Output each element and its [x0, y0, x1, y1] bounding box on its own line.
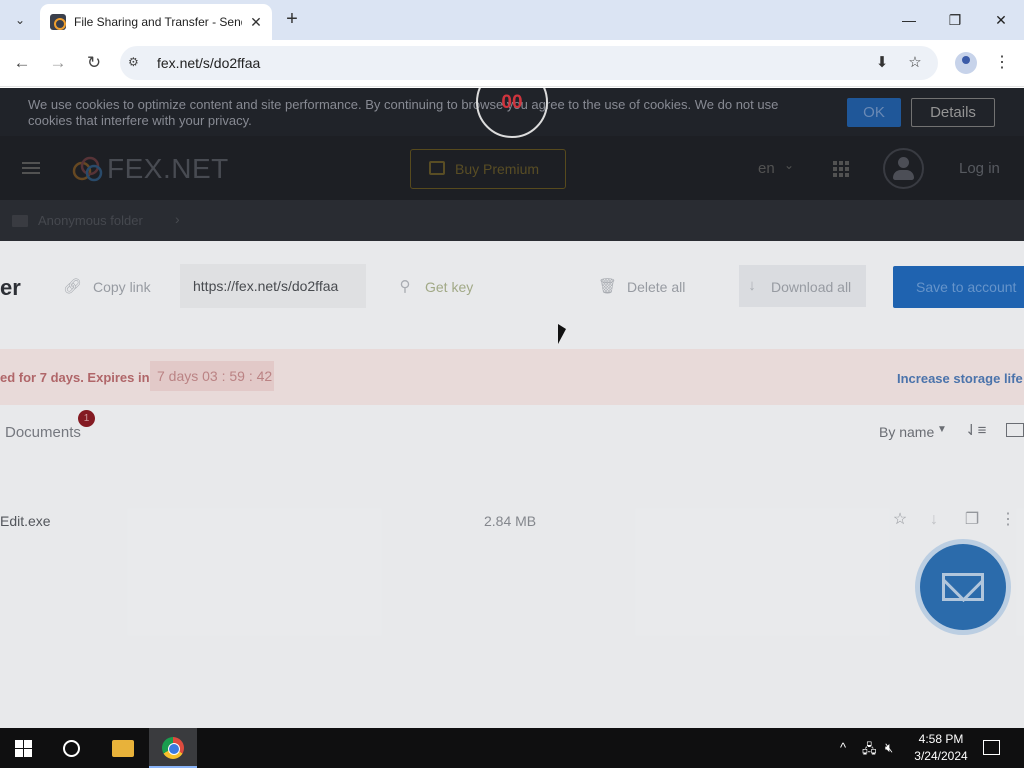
bookmark-star-icon[interactable]: ☆ — [905, 53, 925, 73]
browser-toolbar: ← → ↻ ⚙ fex.net/s/do2ffaa ⬇ ☆ — [0, 40, 1024, 87]
minimize-window-icon[interactable]: — — [897, 8, 921, 32]
network-icon[interactable]: 🖧︎ — [862, 740, 877, 762]
browser-menu-icon[interactable]: ⋮ — [994, 52, 1010, 72]
windows-taskbar: ^ 🖧︎ 🔇︎ 4:58 PM 3/24/2024 — [0, 728, 1024, 768]
login-link[interactable]: Log in — [959, 160, 1000, 177]
file-explorer-icon[interactable] — [112, 740, 134, 757]
address-bar[interactable]: ⚙ fex.net/s/do2ffaa ⬇ ☆ — [120, 46, 938, 80]
key-link-icon: ⚲ — [399, 278, 411, 295]
contact-mail-button[interactable] — [920, 544, 1006, 630]
chrome-logo-icon — [162, 737, 184, 759]
grid-view-icon[interactable] — [1006, 423, 1024, 437]
download-all-button[interactable]: ↓ Download all — [739, 265, 866, 307]
forward-arrow-icon[interactable]: → — [47, 52, 69, 74]
listing-toolbar: Documents 1 By name ▼ ⇃≡ — [0, 405, 1024, 455]
chevron-down-icon[interactable]: ⌄ — [784, 158, 794, 172]
copy-file-icon[interactable]: ❐ — [962, 510, 982, 530]
countdown-timer-value: 00 — [501, 92, 523, 113]
volume-muted-icon[interactable]: 🔇︎ — [885, 740, 893, 756]
fex-favicon-icon — [50, 14, 66, 30]
cookie-details-button[interactable]: Details — [911, 98, 995, 127]
folder-icon — [12, 215, 28, 227]
copy-link-button[interactable]: Copy link — [93, 279, 151, 295]
chevron-right-icon: › — [175, 211, 180, 227]
envelope-icon — [942, 573, 984, 601]
tab-documents[interactable]: Documents — [5, 424, 81, 441]
windows-start-icon[interactable] — [15, 740, 32, 757]
trash-icon: 🗑︎ — [598, 278, 618, 295]
notifications-icon[interactable] — [983, 740, 1000, 755]
maximize-window-icon[interactable]: ❐ — [943, 8, 967, 32]
breadcrumb-folder[interactable]: Anonymous folder — [38, 213, 143, 228]
user-avatar-icon[interactable] — [883, 148, 924, 189]
documents-count-badge: 1 — [78, 410, 95, 427]
url-text[interactable]: fex.net/s/do2ffaa — [157, 55, 260, 71]
site-header: FEX.NET Buy Premium en ⌄ Log in — [0, 136, 1024, 200]
download-icon: ↓ — [748, 277, 756, 294]
gift-icon — [429, 161, 445, 175]
sort-caret-icon[interactable]: ▼ — [937, 424, 947, 435]
new-tab-button[interactable]: + — [282, 9, 302, 29]
folder-title: er — [0, 275, 21, 300]
expiry-bar: ed for 7 days. Expires in 7 days 03 : 59… — [0, 349, 1024, 405]
clock-date: 3/24/2024 — [914, 749, 968, 763]
tab-search-chevron-icon[interactable]: ⌄ — [8, 8, 32, 32]
share-url-field[interactable]: https://fex.net/s/do2ffaa — [180, 264, 366, 308]
delete-all-button[interactable]: Delete all — [627, 279, 685, 295]
sort-dropdown[interactable]: By name — [879, 424, 934, 440]
buy-premium-button[interactable]: Buy Premium — [410, 149, 566, 189]
expiry-text: ed for 7 days. Expires in — [0, 370, 150, 385]
cortana-search-icon[interactable] — [63, 740, 80, 757]
install-app-icon[interactable]: ⬇ — [872, 53, 892, 73]
file-name[interactable]: Edit.exe — [0, 513, 51, 529]
more-options-icon[interactable]: ⋮ — [998, 510, 1018, 530]
save-to-account-button[interactable]: Save to account — [893, 266, 1024, 308]
web-page: FEX.NET Buy Premium en ⌄ Log in We use c… — [0, 88, 1024, 728]
fex-logo-icon — [72, 156, 103, 182]
cookie-ok-button[interactable]: OK — [847, 98, 901, 127]
tab-close-icon[interactable]: ✕ — [248, 14, 264, 31]
profile-avatar-icon[interactable] — [955, 52, 977, 74]
get-key-button[interactable]: Get key — [425, 279, 473, 295]
browser-tab[interactable]: File Sharing and Transfer - Send ✕ — [40, 4, 272, 40]
apps-grid-icon[interactable] — [833, 161, 849, 177]
cookie-banner-text: We use cookies to optimize content and s… — [28, 97, 779, 128]
site-info-icon[interactable]: ⚙ — [128, 55, 144, 71]
tray-chevron-icon[interactable]: ^ — [840, 740, 846, 755]
breadcrumb: Anonymous folder › — [0, 200, 1024, 241]
file-row[interactable]: Edit.exe 2.84 MB ☆ ↓ ❐ ⋮ — [0, 496, 1024, 546]
site-logo-text[interactable]: FEX.NET — [107, 153, 229, 185]
increase-storage-link[interactable]: Increase storage life — [897, 371, 1023, 386]
close-window-icon[interactable]: ✕ — [989, 8, 1013, 32]
download-file-icon[interactable]: ↓ — [924, 510, 944, 530]
back-arrow-icon[interactable]: ← — [11, 52, 33, 74]
tab-title: File Sharing and Transfer - Send — [74, 15, 242, 29]
reload-icon[interactable]: ↻ — [83, 52, 105, 74]
clock-time: 4:58 PM — [918, 732, 964, 746]
link-icon: 🔗︎ — [63, 278, 83, 295]
taskbar-clock[interactable]: 4:58 PM 3/24/2024 — [908, 731, 974, 765]
file-size: 2.84 MB — [484, 513, 537, 529]
sort-order-icon[interactable]: ⇃≡ — [965, 421, 986, 439]
download-all-label: Download all — [771, 279, 852, 295]
expiry-countdown: 7 days 03 : 59 : 42 — [150, 361, 274, 391]
buy-premium-label: Buy Premium — [455, 161, 540, 177]
hamburger-menu-icon[interactable] — [22, 162, 40, 174]
mouse-cursor-icon — [558, 324, 566, 344]
language-selector[interactable]: en — [758, 160, 775, 177]
favorite-star-icon[interactable]: ☆ — [890, 510, 910, 530]
folder-actions-bar: er 🔗︎ Copy link https://fex.net/s/do2ffa… — [0, 241, 1024, 329]
browser-tab-strip: ⌄ File Sharing and Transfer - Send ✕ + —… — [0, 0, 1024, 40]
chrome-taskbar-button[interactable] — [149, 728, 197, 768]
